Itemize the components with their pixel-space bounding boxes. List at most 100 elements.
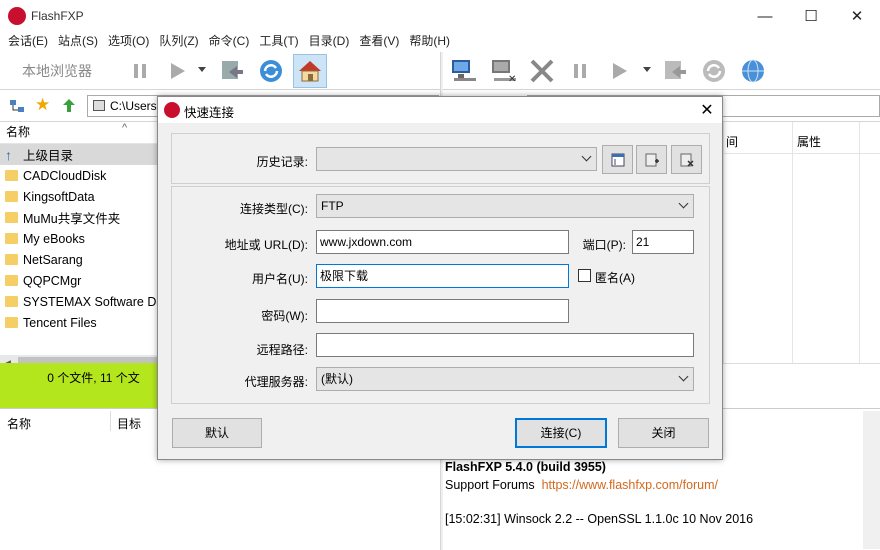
transfer-remote-icon[interactable] — [658, 54, 692, 88]
list-item[interactable]: NetSarang — [0, 249, 157, 270]
username-label: 用户名(U): — [252, 272, 308, 286]
proxy-dropdown[interactable]: (默认) — [316, 367, 694, 391]
list-view-icon — [611, 153, 624, 166]
list-item[interactable]: CADCloudDisk — [0, 165, 157, 186]
refresh-remote-icon[interactable] — [697, 54, 731, 88]
username-field[interactable]: 极限下载 — [316, 264, 569, 288]
default-button[interactable]: 默认 — [172, 418, 262, 448]
play-dropdown-icon[interactable] — [198, 67, 206, 72]
play-remote-dropdown-icon[interactable] — [643, 67, 651, 72]
folder-icon — [5, 296, 18, 307]
chevron-down-icon — [581, 151, 592, 162]
folder-icon — [5, 233, 18, 244]
folder-icon — [5, 275, 18, 286]
dialog-close-icon[interactable]: ✕ — [692, 97, 722, 123]
local-status-bar: 0 个文件, 11 个文 — [0, 363, 157, 408]
menu-tools[interactable]: 工具(T) — [254, 32, 303, 52]
app-title: FlashFXP — [31, 9, 84, 23]
folder-icon — [5, 191, 18, 202]
quick-connect-dialog: 快速连接 ✕ 历史记录: 连接类型(C): FTP 地址或 URL(D): ww… — [157, 96, 723, 460]
local-path-text: C:\Users — [110, 99, 157, 113]
dialog-title: 快速连接 — [184, 106, 235, 120]
connection-type-dropdown[interactable]: FTP — [316, 194, 694, 218]
close-button[interactable]: 关闭 — [618, 418, 709, 448]
port-field[interactable]: 21 — [632, 230, 694, 254]
list-item-label: KingsoftData — [23, 189, 95, 204]
history-list-button[interactable] — [602, 145, 633, 174]
column-attributes-header[interactable]: 属性 — [797, 133, 821, 150]
list-item[interactable]: Tencent Files — [0, 312, 157, 333]
menu-options[interactable]: 选项(O) — [103, 32, 154, 52]
proxy-value: (默认) — [321, 372, 353, 386]
list-item-label: Tencent Files — [23, 315, 97, 330]
favorites-star-icon[interactable]: ★ — [35, 96, 50, 114]
column-name-label: 名称 — [6, 125, 31, 139]
sort-asc-icon: ^ — [122, 122, 128, 134]
menu-help[interactable]: 帮助(H) — [404, 32, 455, 52]
menu-queue[interactable]: 队列(Z) — [154, 32, 203, 52]
flashfxp-logo-icon — [8, 7, 26, 25]
history-add-button[interactable] — [636, 145, 667, 174]
list-item-label: SYSTEMAX Software De — [23, 294, 157, 309]
drive-icon — [93, 100, 105, 111]
menu-commands[interactable]: 命令(C) — [204, 32, 255, 52]
folder-icon — [5, 254, 18, 265]
menu-directory[interactable]: 目录(D) — [304, 32, 355, 52]
remote-path-field[interactable] — [316, 333, 694, 357]
add-entry-icon — [645, 153, 659, 166]
refresh-icon[interactable] — [254, 54, 288, 88]
address-label: 地址或 URL(D): — [224, 238, 308, 252]
queue-column-name[interactable]: 名称 — [7, 415, 31, 432]
browse-network-icon[interactable] — [9, 98, 25, 114]
list-item[interactable]: QQPCMgr — [0, 270, 157, 291]
home-icon[interactable] — [293, 54, 327, 88]
history-dropdown[interactable] — [316, 147, 597, 171]
list-item[interactable]: My eBooks — [0, 228, 157, 249]
globe-icon[interactable] — [736, 54, 770, 88]
local-browser-button[interactable]: 本地浏览器 — [16, 54, 98, 88]
minimize-icon[interactable]: — — [742, 0, 788, 32]
log-version-line: FlashFXP 5.4.0 (build 3955) — [445, 460, 606, 474]
menu-view[interactable]: 查看(V) — [354, 32, 404, 52]
abort-icon[interactable] — [525, 54, 559, 88]
list-item-label: 上级目录 — [23, 149, 74, 163]
close-window-icon[interactable]: ✕ — [834, 0, 880, 32]
menu-session[interactable]: 会话(E) — [3, 32, 53, 52]
svg-text:✕: ✕ — [508, 74, 516, 84]
pause-icon[interactable] — [123, 54, 157, 88]
connect-button[interactable]: 连接(C) — [515, 418, 607, 448]
support-forum-link[interactable]: https://www.flashfxp.com/forum/ — [542, 478, 718, 492]
connection-type-value: FTP — [321, 199, 344, 213]
column-name-header[interactable]: 名称 ^ — [0, 122, 157, 144]
queue-column-target[interactable]: 目标 — [117, 415, 141, 432]
maximize-icon[interactable]: ☐ — [788, 0, 834, 32]
proxy-label: 代理服务器: — [244, 375, 308, 389]
remote-path-label: 远程路径: — [256, 343, 308, 357]
play-icon[interactable] — [160, 54, 194, 88]
pause-remote-icon[interactable] — [563, 54, 597, 88]
list-item-label: MuMu共享文件夹 — [23, 212, 121, 226]
flashfxp-dialog-icon — [164, 102, 180, 118]
transfer-icon[interactable] — [215, 54, 249, 88]
connect-icon[interactable] — [447, 54, 481, 88]
address-field[interactable]: www.jxdown.com — [316, 230, 569, 254]
log-support-line: Support Forums https://www.flashfxp.com/… — [445, 478, 718, 492]
list-item[interactable]: SYSTEMAX Software De — [0, 291, 157, 312]
folder-icon — [5, 170, 18, 181]
list-item-label: CADCloudDisk — [23, 168, 107, 183]
menu-sites[interactable]: 站点(S) — [53, 32, 103, 52]
history-delete-button[interactable] — [671, 145, 702, 174]
log-scrollbar[interactable] — [863, 411, 880, 549]
anonymous-checkbox[interactable] — [578, 269, 591, 282]
up-directory-icon[interactable] — [61, 97, 78, 114]
list-item[interactable]: KingsoftData — [0, 186, 157, 207]
folder-icon — [5, 317, 18, 328]
play-remote-icon[interactable] — [602, 54, 636, 88]
list-item[interactable]: ↑ 上级目录 — [0, 144, 157, 165]
column-time-header[interactable]: 间 — [726, 133, 738, 150]
disconnect-icon[interactable]: ✕ — [487, 54, 521, 88]
password-field[interactable] — [316, 299, 569, 323]
title-bar: FlashFXP — ☐ ✕ — [0, 0, 880, 32]
list-item[interactable]: MuMu共享文件夹 — [0, 207, 157, 228]
anonymous-label[interactable]: 匿名(A) — [595, 269, 635, 286]
